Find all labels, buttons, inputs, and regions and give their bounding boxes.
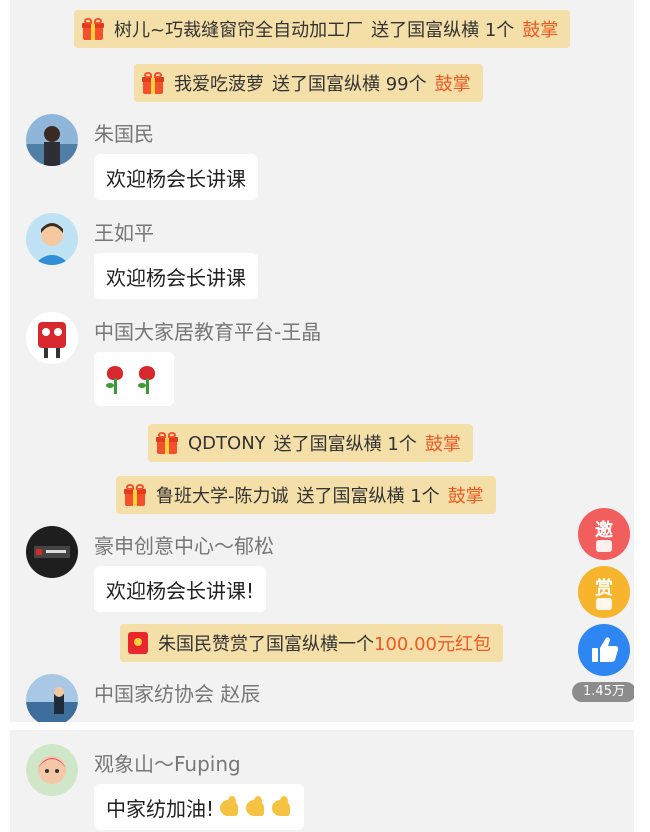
- avatar[interactable]: [26, 114, 78, 166]
- avatar[interactable]: [26, 526, 78, 578]
- message-text: 中家纺加油!: [106, 796, 215, 821]
- avatar[interactable]: [26, 312, 78, 364]
- like-button[interactable]: [578, 624, 630, 676]
- sender-name: 王如平: [94, 221, 154, 245]
- sender-name: 中国家纺协会 赵辰: [94, 682, 261, 706]
- message-bubble[interactable]: [94, 352, 174, 406]
- gift-text: 送了国富纵横 1个: [296, 486, 440, 507]
- gift-sender: 树儿~巧裁缝窗帘全自动加工厂: [114, 20, 364, 41]
- gift-action[interactable]: 鼓掌: [425, 430, 461, 456]
- heart-card-icon: [596, 540, 612, 552]
- gift-sender: 鲁班大学-陈力诚: [156, 486, 289, 507]
- message-bubble[interactable]: 欢迎杨会长讲课: [94, 154, 258, 200]
- rose-emoji-icon: [134, 364, 160, 394]
- sender-name: 朱国民: [94, 122, 154, 146]
- gift-notice: 我爱吃菠萝 送了国富纵横 99个 鼓掌: [134, 64, 483, 102]
- message-bubble[interactable]: 中家纺加油!: [94, 784, 305, 830]
- sender-name: 中国大家居教育平台-王晶: [94, 320, 322, 344]
- gift-notice: 鲁班大学-陈力诚 送了国富纵横 1个 鼓掌: [116, 476, 496, 514]
- redpacket-notice: 朱国民赞赏了国富纵横一个 100.00元红包: [120, 624, 503, 662]
- gift-notice: QDTONY 送了国富纵横 1个 鼓掌: [148, 424, 473, 462]
- rose-emoji-icon: [102, 364, 128, 394]
- gift-action[interactable]: 鼓掌: [435, 70, 471, 96]
- flexed-biceps-emoji-icon: [218, 796, 240, 818]
- red-packet-icon: [128, 632, 148, 654]
- invite-button[interactable]: 邀: [578, 508, 630, 560]
- sender-name: 豪申创意中心～郁松: [94, 534, 274, 558]
- gift-sender: 我爱吃菠萝: [174, 74, 264, 95]
- gift-icon: [156, 432, 178, 454]
- message-bubble[interactable]: 欢迎杨会长讲课!: [94, 566, 267, 612]
- gift-text: 送了国富纵横 1个: [371, 20, 515, 41]
- gift-action[interactable]: 鼓掌: [448, 482, 484, 508]
- gift-notice: 树儿~巧裁缝窗帘全自动加工厂 送了国富纵横 1个 鼓掌: [74, 10, 571, 48]
- gift-action[interactable]: 鼓掌: [522, 16, 558, 42]
- gift-icon: [124, 484, 146, 506]
- avatar[interactable]: [26, 213, 78, 265]
- reward-label: 赏: [595, 578, 613, 599]
- redpacket-text: 朱国民赞赏了国富纵横一个: [158, 634, 374, 655]
- flexed-biceps-emoji-icon: [244, 796, 266, 818]
- avatar[interactable]: [26, 744, 78, 796]
- redpacket-amount[interactable]: 100.00元红包: [374, 630, 491, 656]
- gift-text: 送了国富纵横 1个: [273, 434, 417, 455]
- like-count: 1.45万: [572, 682, 634, 702]
- flexed-biceps-emoji-icon: [270, 796, 292, 818]
- gift-icon: [82, 18, 104, 40]
- gift-sender: QDTONY: [188, 432, 266, 454]
- avatar[interactable]: [26, 674, 78, 722]
- reward-button[interactable]: 赏: [578, 566, 630, 618]
- invite-label: 邀: [595, 520, 613, 541]
- gift-icon: [142, 72, 164, 94]
- red-envelope-icon: [596, 598, 612, 610]
- chat-panel: 树儿~巧裁缝窗帘全自动加工厂 送了国富纵横 1个 鼓掌 我爱吃菠萝 送了国富纵横…: [10, 0, 634, 722]
- sender-name: 观象山～Fuping: [94, 752, 241, 776]
- thumbs-up-icon: [592, 637, 619, 662]
- chat-panel-continued: 观象山～Fuping 中家纺加油!: [10, 730, 634, 832]
- gift-text: 送了国富纵横 99个: [272, 74, 427, 95]
- message-bubble[interactable]: 欢迎杨会长讲课: [94, 253, 258, 299]
